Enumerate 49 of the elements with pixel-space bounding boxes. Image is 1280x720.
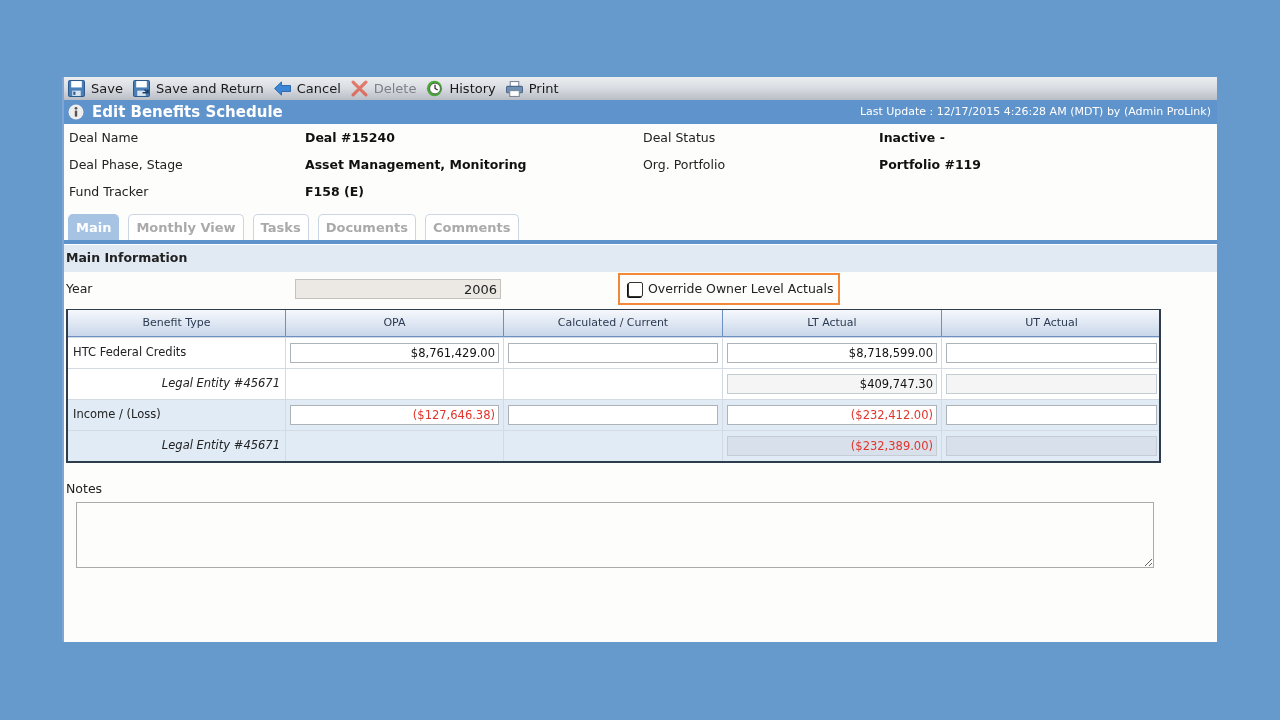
amount-field[interactable]: ($232,412.00) [727, 405, 937, 425]
amount-field[interactable] [508, 405, 718, 425]
column-header: Calculated / Current [557, 314, 669, 331]
toolbar-button[interactable]: Print [502, 78, 562, 99]
clock-icon [426, 80, 444, 97]
detail-label: Deal Name [69, 129, 139, 148]
info-icon [68, 104, 84, 120]
column-header: OPA [383, 314, 406, 331]
column-header: UT Actual [1025, 314, 1078, 331]
detail-label: Deal Status [643, 129, 716, 148]
toolbar-button[interactable]: History [423, 78, 499, 99]
amount-field[interactable] [946, 436, 1157, 456]
page-title: Edit Benefits Schedule [92, 101, 283, 123]
detail-label: Org. Portfolio [643, 156, 726, 175]
year-field[interactable]: 2006 [295, 279, 501, 299]
amount-field[interactable]: $8,761,429.00 [290, 343, 499, 363]
amount-field[interactable]: $409,747.30 [727, 374, 937, 394]
column-header: Benefit Type [142, 314, 211, 331]
notes-field[interactable] [76, 502, 1154, 568]
detail-value: F158 (E) [305, 183, 364, 202]
toolbar-button[interactable]: Cancel [270, 78, 344, 99]
detail-label: Fund Tracker [69, 183, 149, 202]
cross-icon [350, 80, 368, 97]
toolbar-button[interactable]: Save [65, 78, 126, 99]
detail-label: Deal Phase, Stage [69, 156, 183, 175]
toolbar-button[interactable]: Save and Return [129, 78, 267, 99]
amount-field[interactable] [946, 405, 1157, 425]
checkbox[interactable] [628, 281, 643, 297]
left-arrow-icon [273, 81, 291, 96]
sub-row-label: Legal Entity #45671 [161, 375, 280, 393]
benefit-type-cell: HTC Federal Credits [73, 344, 187, 362]
year-label: Year [66, 279, 94, 298]
detail-value: Portfolio #119 [879, 156, 981, 175]
amount-field[interactable] [946, 343, 1157, 363]
detail-value: Asset Management, Monitoring [305, 156, 527, 175]
last-update-text: Last Update : 12/17/2015 4:26:28 AM (MDT) by (Admin ProLink) [859, 103, 1211, 120]
detail-value: Deal #15240 [305, 129, 395, 148]
detail-value: Inactive - [879, 129, 945, 148]
checkbox-label: Override Owner Level Actuals [648, 279, 834, 298]
benefit-type-cell: Income / (Loss) [73, 406, 161, 424]
sub-row-label: Legal Entity #45671 [161, 437, 280, 455]
amount-field[interactable] [946, 374, 1157, 394]
amount-field[interactable]: $8,718,599.00 [727, 343, 937, 363]
column-header: LT Actual [807, 314, 857, 331]
printer-icon [505, 80, 523, 97]
amount-field[interactable]: ($127,646.38) [290, 405, 499, 425]
amount-field[interactable] [508, 343, 718, 363]
notes-label: Notes [66, 481, 103, 496]
section-title: Main Information [66, 249, 188, 268]
